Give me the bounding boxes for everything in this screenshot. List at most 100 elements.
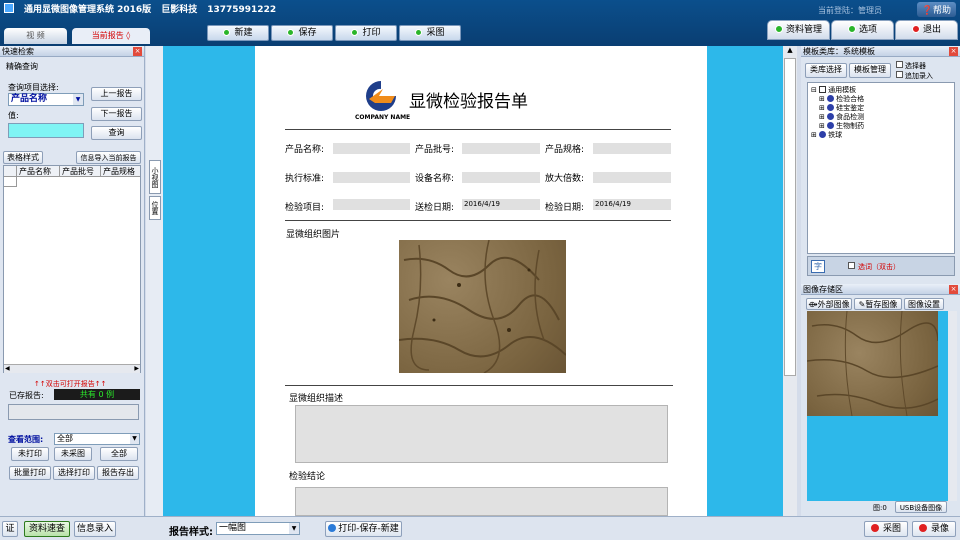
template-tree[interactable]: ⊟ 通用模板 ⊞ 检验合格 ⊞ 硅宝鉴定 ⊞ 食品检测 ⊞ 生物制药 ⊞ 铁球	[807, 82, 955, 254]
tab-video[interactable]: 视 频	[4, 28, 67, 44]
checkbox-icon[interactable]	[896, 71, 903, 78]
tree-item-general[interactable]: ⊟ 通用模板	[811, 86, 951, 95]
description-textarea[interactable]	[295, 405, 668, 463]
info-input-button[interactable]: 信息录入	[74, 521, 116, 537]
stored-image-thumbnail[interactable]	[806, 310, 939, 417]
microscope-image[interactable]	[399, 240, 566, 373]
test-date-field[interactable]: 2016/4/19	[593, 199, 671, 210]
export-report-button[interactable]: 报告存出	[97, 466, 139, 480]
template-library-header: 模板类库：系统模板 ×	[801, 46, 960, 57]
tree-item-iron-ball[interactable]: ⊞ 铁球	[811, 131, 951, 140]
saved-count-display: 共有 0 例	[54, 389, 140, 400]
image-section-title: 显微组织图片	[286, 230, 341, 240]
right-panel: 模板类库：系统模板 × 类库选择 模板管理 选择器 追加录入 ⊟ 通用模板 ⊞ 检…	[801, 46, 960, 516]
not-captured-button[interactable]: 未采图	[54, 447, 92, 461]
tree-item-food[interactable]: ⊞ 食品检测	[811, 113, 951, 122]
temp-save-image-button[interactable]: ✎暂存图像	[854, 298, 902, 310]
tree-item-silicone[interactable]: ⊞ 硅宝鉴定	[811, 104, 951, 113]
conclusion-textarea[interactable]	[295, 487, 668, 516]
saved-report-field[interactable]	[8, 404, 139, 420]
template-management-button[interactable]: 模板管理	[849, 63, 891, 78]
green-dot-icon	[415, 29, 423, 36]
horizontal-scrollbar[interactable]: ◀ ▶	[4, 364, 140, 373]
status-bar: 证 资料速查 信息录入 报告样式: 一幅图 ▼ 打印-保存-新建 采图 录像	[0, 516, 960, 540]
checkbox-icon[interactable]	[896, 61, 903, 68]
report-list-table[interactable]: 产品名称 产品批号 产品规格 ◀ ▶	[3, 165, 141, 373]
send-date-field[interactable]: 2016/4/19	[462, 199, 540, 210]
font-button[interactable]: 字	[811, 260, 825, 273]
batch-no-field[interactable]	[462, 143, 540, 154]
spec-field[interactable]	[593, 143, 671, 154]
scroll-left-icon[interactable]: ◀	[5, 365, 10, 372]
report-page: COMPANY NAME 显微检验报告单 产品名称: 产品批号: 产品规格: 执…	[255, 46, 707, 516]
record-video-button[interactable]: 录像	[912, 521, 956, 537]
external-image-button[interactable]: ⟴外部图像	[806, 298, 852, 310]
tab-current-report[interactable]: 当前报告 ◊	[72, 28, 150, 44]
table-style-tab[interactable]: 表格样式	[3, 151, 43, 164]
left-panel: 快速检索 × 精确查询 查询项目选择: 产品名称 ▼ 值: 上一报告 下一报告 查询…	[0, 46, 145, 516]
scrollbar-thumb[interactable]	[784, 58, 796, 376]
tree-item-pharma[interactable]: ⊞ 生物制药	[811, 122, 951, 131]
device-field[interactable]	[462, 172, 540, 183]
standard-label: 执行标准:	[285, 174, 325, 184]
capture-button[interactable]: 采图	[399, 25, 461, 41]
checkbox-icon[interactable]	[848, 262, 855, 269]
selector-checkbox[interactable]: 选择器	[896, 61, 926, 71]
product-name-field[interactable]	[333, 143, 410, 154]
prev-report-button[interactable]: 上一报告	[91, 87, 142, 101]
vertical-scrollbar[interactable]: ▲	[783, 46, 797, 516]
column-header-product-name[interactable]: 产品名称	[18, 166, 60, 176]
batch-no-label: 产品批号:	[415, 145, 455, 155]
image-settings-button[interactable]: 图像设置	[904, 298, 944, 310]
new-button[interactable]: 新建	[207, 25, 269, 41]
image-storage-area[interactable]	[806, 310, 957, 501]
batch-print-button[interactable]: 批量打印	[9, 466, 51, 480]
help-button[interactable]: ❓帮助	[916, 2, 956, 17]
tree-item-qualified[interactable]: ⊞ 检验合格	[811, 95, 951, 104]
standard-field[interactable]	[333, 172, 410, 183]
all-button[interactable]: 全部	[100, 447, 138, 461]
next-report-button[interactable]: 下一报告	[91, 107, 142, 121]
value-input[interactable]	[8, 123, 84, 138]
scope-select[interactable]: 全部 ▼	[54, 433, 140, 445]
not-printed-button[interactable]: 未打印	[11, 447, 49, 461]
data-management-button[interactable]: 资料管理	[767, 20, 830, 40]
close-icon[interactable]: ×	[133, 47, 142, 56]
select-word-checkbox[interactable]: 选词（双击）	[848, 262, 900, 272]
usb-device-image-button[interactable]: USB设备图像	[895, 501, 947, 513]
import-info-button[interactable]: 信息导入当前报告	[76, 151, 141, 164]
save-button[interactable]: 保存	[271, 25, 333, 41]
query-item-select[interactable]: 产品名称 ▼	[8, 93, 84, 106]
company-logo-icon	[366, 81, 396, 111]
image-area-scrollbar[interactable]	[948, 311, 957, 501]
column-header-batch-no[interactable]: 产品批号	[61, 166, 101, 176]
report-style-select[interactable]: 一幅图 ▼	[216, 522, 300, 535]
test-item-field[interactable]	[333, 199, 410, 210]
query-button[interactable]: 查询	[91, 126, 142, 140]
folder-icon	[819, 131, 827, 138]
test-date-label: 检验日期:	[545, 203, 585, 213]
side-tab-position[interactable]: 位置	[149, 196, 161, 220]
scope-label: 查看范围:	[8, 435, 44, 444]
red-dot-icon	[918, 524, 927, 532]
append-input-checkbox[interactable]: 追加录入	[896, 71, 933, 81]
close-icon[interactable]: ×	[949, 285, 958, 294]
company-name-text: COMPANY NAME	[355, 114, 411, 121]
capture-image-button[interactable]: 采图	[864, 521, 908, 537]
scroll-right-icon[interactable]: ▶	[134, 365, 139, 372]
column-header-spec[interactable]: 产品规格	[102, 166, 140, 176]
data-quick-search-button[interactable]: 资料速查	[24, 521, 70, 537]
close-icon[interactable]: ×	[949, 47, 958, 56]
green-dot-icon	[287, 29, 295, 36]
magnification-field[interactable]	[593, 172, 671, 183]
scroll-up-icon[interactable]: ▲	[784, 46, 796, 56]
saved-reports-label: 已存报告:	[9, 391, 44, 400]
exit-button[interactable]: 退出	[895, 20, 958, 40]
options-button[interactable]: 选项	[831, 20, 894, 40]
side-tab-small-view[interactable]: 小视图	[149, 160, 161, 194]
cert-button[interactable]: 证	[2, 521, 18, 537]
print-button[interactable]: 打印	[335, 25, 397, 41]
select-print-button[interactable]: 选择打印	[53, 466, 95, 480]
print-save-new-button[interactable]: 打印-保存-新建	[325, 521, 402, 537]
library-select-button[interactable]: 类库选择	[805, 63, 847, 78]
